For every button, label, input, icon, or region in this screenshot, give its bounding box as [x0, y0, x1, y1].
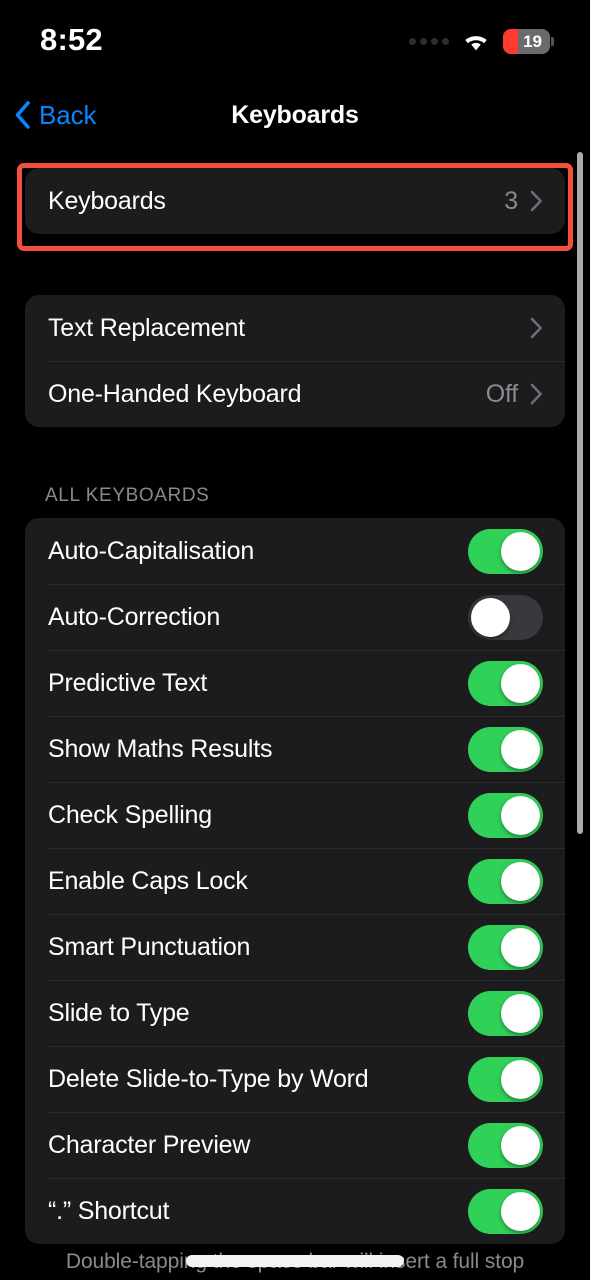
row-smart-punctuation-label: Smart Punctuation [48, 932, 251, 961]
row-enable-caps-lock-label: Enable Caps Lock [48, 866, 248, 895]
toggle-character-preview[interactable] [468, 1122, 543, 1168]
home-indicator [186, 1255, 404, 1267]
toggle-predictive-text[interactable] [468, 660, 543, 706]
row-auto-correction[interactable]: Auto-Correction [25, 584, 565, 650]
row-character-preview[interactable]: Character Preview [25, 1112, 565, 1178]
settings-scroll-view[interactable]: Keyboards 3 Text Replacement One-Handed … [0, 150, 590, 1280]
toggle-delete-slide-to-type-by-word[interactable] [468, 1056, 543, 1102]
all-keyboards-card: Auto-Capitalisation Auto-Correction Pred… [25, 518, 565, 1244]
status-bar-indicators: 19 [409, 28, 554, 54]
text-options-card: Text Replacement One-Handed Keyboard Off [25, 295, 565, 427]
toggle-enable-caps-lock[interactable] [468, 858, 543, 904]
row-one-handed-keyboard[interactable]: One-Handed Keyboard Off [25, 361, 565, 427]
row-check-spelling-label: Check Spelling [48, 800, 212, 829]
row-predictive-text-label: Predictive Text [48, 668, 208, 697]
keyboards-card: Keyboards 3 [25, 168, 565, 234]
toggle-auto-correction[interactable] [468, 594, 543, 640]
row-auto-capitalisation-label: Auto-Capitalisation [48, 536, 255, 565]
battery-icon: 19 [503, 28, 550, 54]
navigation-bar: Back Keyboards [0, 88, 590, 142]
page-title: Keyboards [231, 101, 359, 129]
row-keyboards-value: 3 [504, 186, 518, 215]
row-keyboards-label: Keyboards [48, 186, 166, 215]
row-delete-slide-to-type-by-word-label: Delete Slide-to-Type by Word [48, 1064, 369, 1093]
row-one-handed-keyboard-value: Off [485, 379, 518, 408]
section-header-all-keyboards: ALL KEYBOARDS [45, 485, 210, 506]
toggle-period-shortcut[interactable] [468, 1188, 543, 1234]
toggle-auto-capitalisation[interactable] [468, 528, 543, 574]
row-one-handed-keyboard-label: One-Handed Keyboard [48, 379, 302, 408]
cellular-dots-icon [409, 37, 449, 45]
row-show-maths-results-label: Show Maths Results [48, 734, 273, 763]
row-smart-punctuation[interactable]: Smart Punctuation [25, 914, 565, 980]
row-auto-capitalisation[interactable]: Auto-Capitalisation [25, 518, 565, 584]
row-period-shortcut-label: “.” Shortcut [48, 1196, 170, 1225]
row-predictive-text[interactable]: Predictive Text [25, 650, 565, 716]
toggle-show-maths-results[interactable] [468, 726, 543, 772]
chevron-right-icon [530, 317, 542, 339]
row-check-spelling[interactable]: Check Spelling [25, 782, 565, 848]
vertical-scrollbar[interactable] [577, 152, 583, 834]
chevron-right-icon [530, 383, 542, 405]
row-text-replacement-label: Text Replacement [48, 313, 245, 342]
row-slide-to-type[interactable]: Slide to Type [25, 980, 565, 1046]
row-auto-correction-label: Auto-Correction [48, 602, 221, 631]
row-slide-to-type-label: Slide to Type [48, 998, 190, 1027]
row-delete-slide-to-type-by-word[interactable]: Delete Slide-to-Type by Word [25, 1046, 565, 1112]
battery-cap [551, 36, 554, 46]
row-character-preview-label: Character Preview [48, 1130, 251, 1159]
row-enable-caps-lock[interactable]: Enable Caps Lock [25, 848, 565, 914]
toggle-check-spelling[interactable] [468, 792, 543, 838]
wifi-icon [465, 35, 487, 50]
status-bar: 8:52 19 [0, 0, 590, 74]
row-keyboards[interactable]: Keyboards 3 [25, 168, 565, 234]
status-bar-time: 8:52 [40, 22, 103, 57]
battery-level-label: 19 [523, 31, 542, 51]
row-show-maths-results[interactable]: Show Maths Results [25, 716, 565, 782]
toggle-smart-punctuation[interactable] [468, 924, 543, 970]
chevron-right-icon [530, 190, 542, 212]
toggle-slide-to-type[interactable] [468, 990, 543, 1036]
row-text-replacement[interactable]: Text Replacement [25, 295, 565, 361]
row-period-shortcut[interactable]: “.” Shortcut [25, 1178, 565, 1244]
